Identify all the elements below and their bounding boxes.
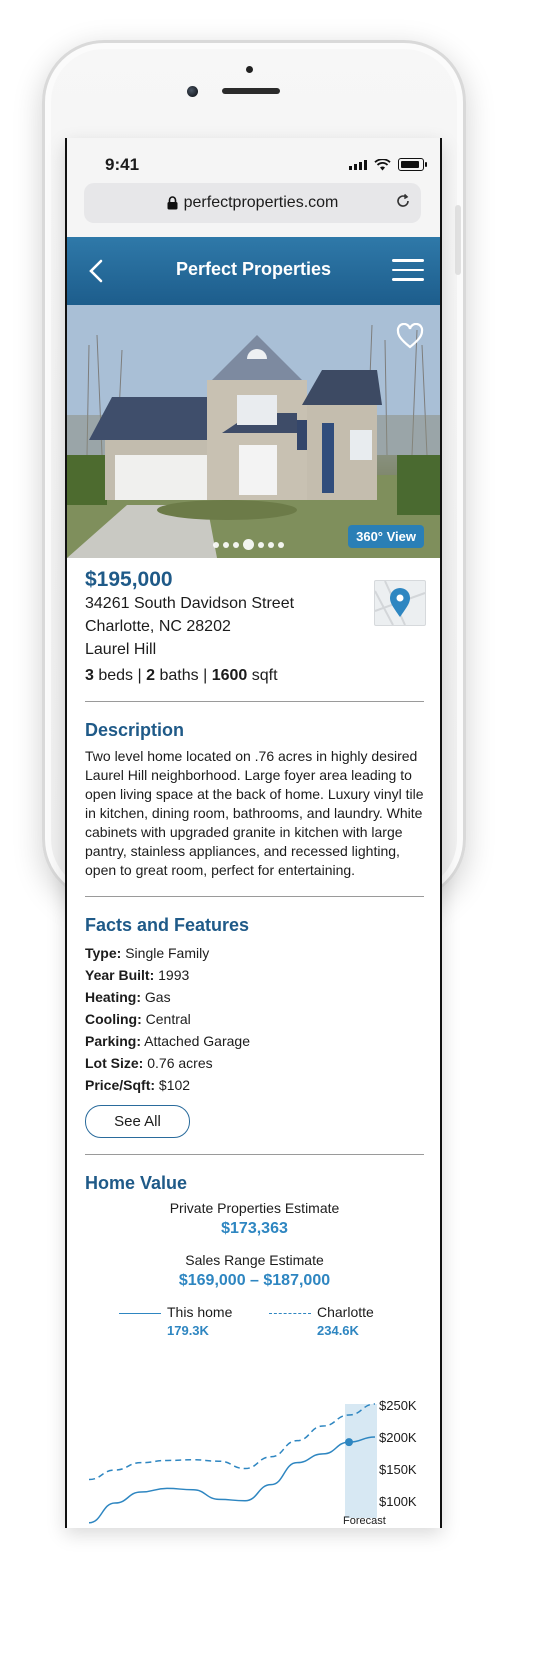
pagination-dot[interactable] — [258, 541, 264, 548]
current-value-marker[interactable] — [345, 1438, 353, 1447]
pagination-dot-active[interactable] — [243, 539, 254, 550]
description-heading: Description — [85, 720, 185, 740]
y-tick-label: $250K — [379, 1398, 417, 1413]
chart-legend: This home 179.3K Charlotte 234.6K — [85, 1304, 424, 1348]
property-specs: 3 beds | 2 baths | 1600 sqft — [85, 667, 424, 685]
legend-dashed-line — [269, 1313, 311, 1314]
wifi-icon — [374, 158, 391, 170]
y-tick-label: $100K — [379, 1494, 417, 1509]
home-value-chart: $250K $200K $150K $100K Forecast — [88, 1398, 417, 1527]
fact-row: Heating: Gas — [85, 986, 424, 1008]
legend-value: 234.6K — [317, 1323, 359, 1338]
fact-row: Cooling: Central — [85, 1008, 424, 1030]
signal-icon — [349, 159, 367, 170]
pagination-dot[interactable] — [268, 541, 274, 548]
lock-icon — [167, 196, 178, 210]
side-button — [455, 205, 461, 275]
front-sensor — [246, 66, 253, 73]
home-value-heading: Home Value — [85, 1173, 188, 1193]
fact-label: Type: — [85, 945, 122, 961]
pagination-dot[interactable] — [278, 541, 284, 548]
fact-value: Single Family — [125, 945, 210, 961]
fact-value: 1993 — [158, 967, 190, 983]
fact-label: Cooling: — [85, 1011, 142, 1027]
address-bar[interactable]: perfectproperties.com — [84, 183, 421, 223]
earpiece-speaker — [222, 88, 280, 94]
fact-value: 0.76 acres — [147, 1055, 213, 1071]
divider — [85, 896, 424, 897]
fact-value: Attached Garage — [144, 1033, 250, 1049]
status-icons — [349, 158, 427, 171]
photo-pagination[interactable] — [213, 539, 284, 550]
spec-separator: | — [137, 667, 142, 684]
facts-heading: Facts and Features — [85, 915, 250, 935]
sqft-count: 1600 — [211, 667, 248, 684]
divider — [85, 701, 424, 702]
pagination-dot[interactable] — [213, 541, 219, 548]
fact-value: Gas — [144, 989, 171, 1005]
baths-label: baths — [159, 667, 199, 684]
map-thumbnail[interactable] — [374, 580, 426, 626]
estimate-value: $173,363 — [221, 1220, 288, 1237]
app-header: Perfect Properties — [67, 237, 440, 305]
fact-label: Price/Sqft: — [85, 1077, 156, 1093]
neighborhood: Laurel Hill — [85, 641, 157, 658]
listing-content: $195,000 34261 South Davidson Street Cha… — [85, 558, 426, 1348]
fact-row: Lot Size: 0.76 acres — [85, 1052, 424, 1074]
map-pin-icon — [375, 581, 425, 625]
house-illustration — [67, 305, 440, 558]
legend-name: This home — [167, 1304, 233, 1320]
legend-value: 179.3K — [167, 1323, 209, 1338]
see-all-button[interactable]: See All — [85, 1105, 190, 1138]
baths-count: 2 — [146, 667, 156, 684]
favorite-heart-icon[interactable] — [396, 323, 424, 349]
fact-row: Price/Sqft: $102 — [85, 1074, 424, 1096]
fact-row: Parking: Attached Garage — [85, 1030, 424, 1052]
front-camera — [187, 86, 198, 97]
fact-label: Year Built: — [85, 967, 155, 983]
beds-label: beds — [98, 667, 134, 684]
forecast-label: Forecast — [343, 1515, 386, 1527]
fact-row: Type: Single Family — [85, 942, 424, 964]
phone-screen: 9:41 perfectproperties.com Perfect Prope… — [65, 138, 442, 1528]
y-tick-label: $150K — [379, 1462, 417, 1477]
spec-separator: | — [203, 667, 208, 684]
fact-label: Lot Size: — [85, 1055, 144, 1071]
series-line-charlotte — [88, 1403, 376, 1481]
legend-name: Charlotte — [317, 1304, 374, 1320]
fact-row: Year Built: 1993 — [85, 964, 424, 986]
y-tick-label: $200K — [379, 1430, 417, 1445]
sales-range-value: $169,000 – $187,000 — [178, 1272, 331, 1289]
description-text: Two level home located on .76 acres in h… — [85, 748, 424, 878]
property-photo[interactable]: 360° View — [67, 305, 440, 558]
estimate-label: Private Properties Estimate — [169, 1200, 340, 1216]
app-title: Perfect Properties — [175, 259, 332, 279]
reload-icon[interactable] — [395, 193, 411, 209]
fact-value: $102 — [158, 1077, 191, 1093]
sales-range-label: Sales Range Estimate — [185, 1252, 324, 1268]
pagination-dot[interactable] — [233, 541, 239, 548]
status-time: 9:41 — [105, 155, 140, 174]
series-line-this-home — [88, 1436, 376, 1524]
fact-value: Central — [145, 1011, 191, 1027]
hamburger-menu-icon[interactable] — [392, 259, 424, 283]
status-bar: 9:41 — [67, 138, 440, 183]
legend-solid-line — [119, 1313, 161, 1314]
divider — [85, 1154, 424, 1155]
url-text: perfectproperties.com — [183, 194, 339, 211]
sqft-label: sqft — [251, 667, 278, 684]
fact-label: Parking: — [85, 1033, 142, 1049]
facts-list: Type: Single Family Year Built: 1993 Heati… — [85, 942, 424, 1096]
pagination-dot[interactable] — [223, 541, 229, 548]
beds-count: 3 — [85, 667, 94, 684]
fact-label: Heating: — [85, 989, 141, 1005]
360-view-button[interactable]: 360° View — [348, 525, 424, 548]
battery-icon — [398, 158, 427, 171]
browser-chrome: perfectproperties.com — [67, 183, 440, 237]
forecast-band — [345, 1404, 377, 1518]
